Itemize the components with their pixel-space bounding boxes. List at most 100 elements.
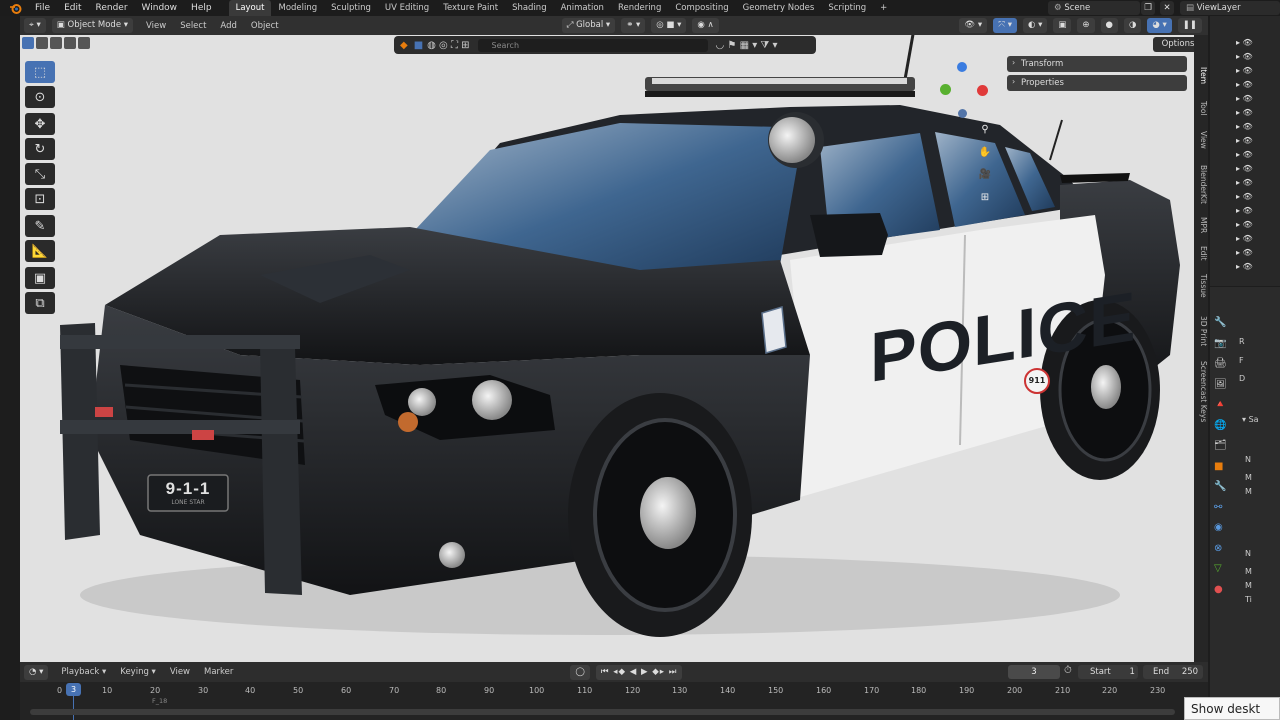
menu-select[interactable]: Select bbox=[180, 21, 206, 31]
gizmo-y-axis-icon[interactable] bbox=[940, 84, 951, 95]
outliner-row-visibility-icon[interactable]: ▸ 👁 bbox=[1236, 94, 1260, 103]
tab-modeling[interactable]: Modeling bbox=[271, 0, 324, 16]
timeline-editor-type-icon[interactable]: ◔ ▾ bbox=[24, 664, 49, 680]
shading-rendered-icon[interactable]: ◕ ▾ bbox=[1147, 18, 1172, 33]
menu-add[interactable]: Add bbox=[220, 21, 236, 31]
visibility-icon[interactable]: 👁 ▾ bbox=[959, 18, 988, 33]
outliner-row-visibility-icon[interactable]: ▸ 👁 bbox=[1236, 248, 1260, 257]
modifier-props-icon[interactable]: 🔧 bbox=[1214, 477, 1227, 498]
tab-uv-editing[interactable]: UV Editing bbox=[378, 0, 436, 16]
object-props-icon[interactable]: ■ bbox=[1214, 457, 1227, 478]
data-props-icon[interactable]: ▽ bbox=[1214, 559, 1227, 580]
mesh-filter-icon[interactable]: ■ bbox=[414, 40, 423, 51]
select-invert-icon[interactable] bbox=[64, 37, 76, 49]
playback-controls[interactable]: ⏮ ◂◆ ◀ ▶ ◆▸ ⏭ bbox=[595, 664, 683, 680]
editor-type-button[interactable]: ⌖ ▾ bbox=[24, 18, 46, 33]
outliner-row-visibility-icon[interactable]: ▸ 👁 bbox=[1236, 122, 1260, 131]
menu-keying[interactable]: Keying ▾ bbox=[120, 667, 156, 677]
outliner-row-visibility-icon[interactable]: ▸ 👁 bbox=[1236, 164, 1260, 173]
tool-props-icon[interactable]: 🔧 bbox=[1214, 313, 1227, 334]
tab-screencast-keys[interactable]: Screencast Keys bbox=[1194, 357, 1208, 427]
shading-solid-icon[interactable]: ● bbox=[1100, 18, 1118, 33]
3d-viewport[interactable]: POLICE 911 9-1-1 LONE STAR bbox=[20, 35, 1194, 662]
menu-edit[interactable]: Edit bbox=[57, 3, 88, 13]
outliner-row-visibility-icon[interactable]: ▸ 👁 bbox=[1236, 192, 1260, 201]
move-tool-icon[interactable]: ✥ bbox=[25, 113, 55, 135]
tab-geometry-nodes[interactable]: Geometry Nodes bbox=[736, 0, 822, 16]
menu-view[interactable]: View bbox=[146, 21, 166, 31]
menu-file[interactable]: File bbox=[28, 3, 57, 13]
tab-mpr[interactable]: MPR bbox=[1194, 213, 1208, 237]
light-filter-icon[interactable]: ◍ ◎ ⛶ ⊞ bbox=[427, 40, 469, 51]
scene-props-icon[interactable]: 🔺 bbox=[1214, 395, 1227, 416]
material-props-icon[interactable]: ● bbox=[1214, 580, 1227, 601]
camera-view-icon[interactable]: 🎥 bbox=[977, 167, 993, 183]
auto-keying-icon[interactable]: ◯ bbox=[570, 664, 590, 680]
tab-compositing[interactable]: Compositing bbox=[668, 0, 735, 16]
outliner-row-visibility-icon[interactable]: ▸ 👁 bbox=[1236, 206, 1260, 215]
delete-scene-icon[interactable]: ✕ bbox=[1160, 1, 1174, 15]
stopwatch-icon[interactable]: ⏱ bbox=[1064, 665, 1072, 676]
mode-selector[interactable]: ▣ Object Mode ▾ bbox=[51, 18, 134, 33]
gizmo-z-axis-icon[interactable] bbox=[957, 62, 967, 72]
physics-props-icon[interactable]: ◉ bbox=[1214, 518, 1227, 539]
menu-marker[interactable]: Marker bbox=[204, 667, 233, 677]
gizmo-toggle-icon[interactable]: ⤧ ▾ bbox=[993, 18, 1017, 33]
scale-tool-icon[interactable]: ⤡ bbox=[25, 163, 55, 185]
tab-blenderkit[interactable]: BlenderKit bbox=[1194, 159, 1208, 209]
start-frame-field[interactable]: Start 1 bbox=[1078, 665, 1138, 679]
add-cube-tool-icon[interactable]: ▣ bbox=[25, 267, 55, 289]
tab-scripting[interactable]: Scripting bbox=[821, 0, 873, 16]
outliner-row-visibility-icon[interactable]: ▸ 👁 bbox=[1236, 150, 1260, 159]
shading-material-icon[interactable]: ◑ bbox=[1123, 18, 1142, 33]
timeline-marker[interactable]: F_18 bbox=[152, 697, 167, 705]
pan-view-icon[interactable]: ✋ bbox=[977, 145, 993, 161]
tab-tissue[interactable]: Tissue bbox=[1194, 269, 1208, 303]
pause-render-icon[interactable]: ❚❚ bbox=[1177, 18, 1202, 33]
select-intersect-icon[interactable] bbox=[78, 37, 90, 49]
orientation-selector[interactable]: ⤢ Global ▾ bbox=[561, 18, 616, 33]
props-section-header[interactable]: ▾ Sa bbox=[1242, 415, 1259, 424]
proportional-edit-icon[interactable]: ◉ ∧ bbox=[692, 18, 719, 33]
annotate-tool-icon[interactable]: ✎ bbox=[25, 215, 55, 237]
menu-object[interactable]: Object bbox=[251, 21, 279, 31]
outliner-row-visibility-icon[interactable]: ▸ 👁 bbox=[1236, 178, 1260, 187]
transform-panel[interactable]: Transform bbox=[1007, 56, 1187, 72]
tab-item[interactable]: Item bbox=[1194, 63, 1208, 89]
scene-selector[interactable]: ⚙ Scene bbox=[1048, 1, 1140, 15]
gizmo-neg-z-icon[interactable] bbox=[958, 109, 967, 118]
tab-view[interactable]: View bbox=[1194, 127, 1208, 153]
outliner-row-visibility-icon[interactable]: ▸ 👁 bbox=[1236, 234, 1260, 243]
menu-playback[interactable]: Playback ▾ bbox=[61, 667, 106, 677]
cursor-tool-icon[interactable]: ⊙ bbox=[25, 86, 55, 108]
measure-tool-icon[interactable]: 📐 bbox=[25, 240, 55, 262]
tab-sculpting[interactable]: Sculpting bbox=[324, 0, 378, 16]
shading-wireframe-icon[interactable]: ⊕ bbox=[1077, 18, 1095, 33]
zoom-view-icon[interactable]: ⚲ bbox=[977, 122, 993, 138]
end-frame-field[interactable]: End 250 bbox=[1143, 665, 1203, 679]
properties-panel[interactable]: Properties bbox=[1007, 75, 1187, 91]
particles-props-icon[interactable]: ⚯ bbox=[1214, 498, 1227, 519]
gizmo-x-axis-icon[interactable] bbox=[977, 85, 988, 96]
blender-logo-icon[interactable] bbox=[8, 1, 22, 15]
transform-tool-icon[interactable]: ⊡ bbox=[25, 188, 55, 210]
constraints-props-icon[interactable]: ⊗ bbox=[1214, 539, 1227, 560]
outliner-row-visibility-icon[interactable]: ▸ 👁 bbox=[1236, 52, 1260, 61]
outliner-row-visibility-icon[interactable]: ▸ 👁 bbox=[1236, 220, 1260, 229]
menu-help[interactable]: Help bbox=[184, 3, 219, 13]
select-subtract-icon[interactable] bbox=[50, 37, 62, 49]
search-input[interactable]: Search bbox=[477, 38, 708, 52]
outliner-row-visibility-icon[interactable]: ▸ 👁 bbox=[1236, 108, 1260, 117]
add-primitive-tool-icon[interactable]: ⧉ bbox=[25, 292, 55, 314]
outliner-row-visibility-icon[interactable]: ▸ 👁 bbox=[1236, 66, 1260, 75]
view-layer-selector[interactable]: ▤ ViewLayer bbox=[1180, 1, 1280, 15]
outliner-row-visibility-icon[interactable]: ▸ 👁 bbox=[1236, 136, 1260, 145]
tab-edit[interactable]: Edit bbox=[1194, 241, 1208, 265]
add-workspace-button[interactable]: + bbox=[873, 0, 894, 16]
tab-rendering[interactable]: Rendering bbox=[611, 0, 668, 16]
menu-timeline-view[interactable]: View bbox=[170, 667, 190, 677]
object-type-filter-icon[interactable]: ◆ bbox=[400, 40, 408, 51]
tab-texture-paint[interactable]: Texture Paint bbox=[436, 0, 505, 16]
tab-tool[interactable]: Tool bbox=[1194, 95, 1208, 121]
pivot-icon[interactable]: ⚭ ▾ bbox=[621, 18, 646, 33]
